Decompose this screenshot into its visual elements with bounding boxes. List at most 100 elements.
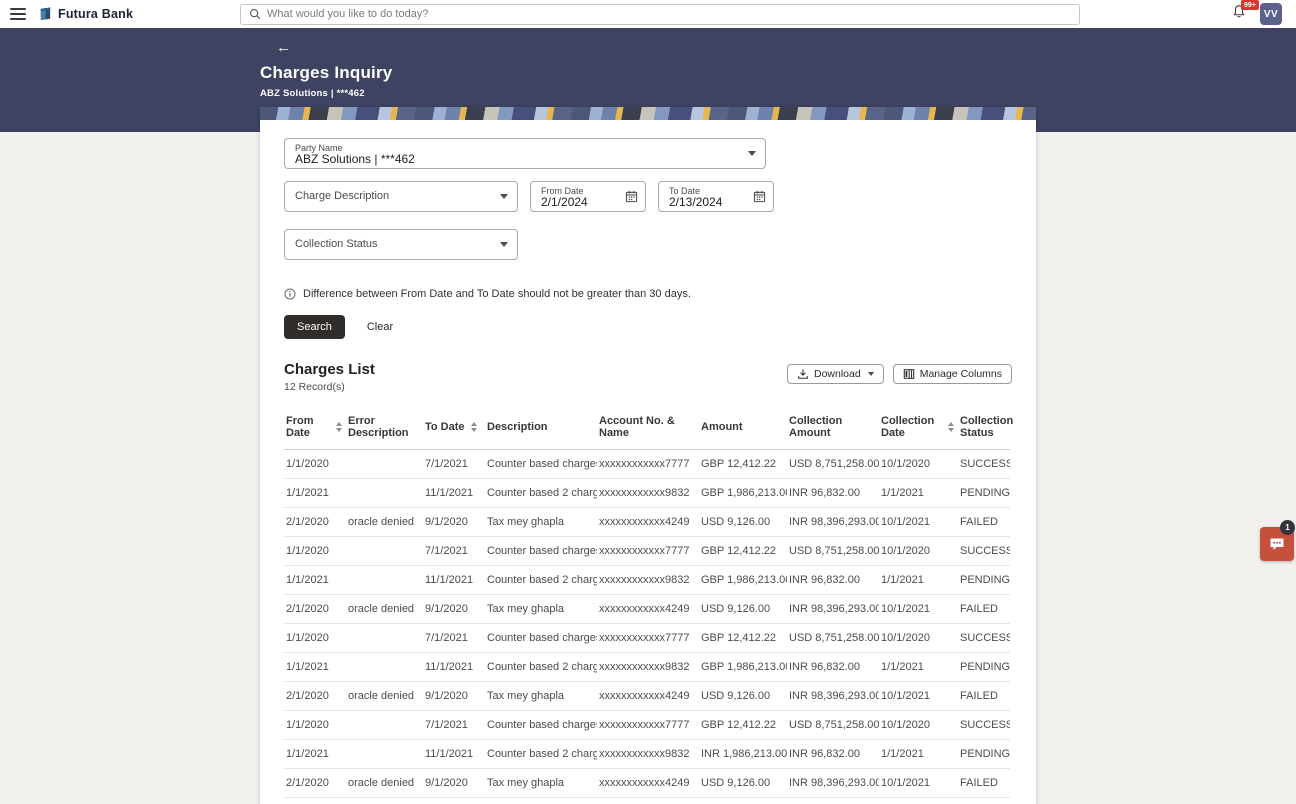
sort-icon[interactable]: [336, 422, 342, 432]
manage-columns-button[interactable]: Manage Columns: [892, 364, 1012, 384]
column-header: Description: [485, 409, 597, 450]
table-cell: 9/1/2020: [423, 681, 485, 711]
sort-icon[interactable]: [948, 422, 954, 432]
back-button[interactable]: ←: [272, 38, 295, 57]
clear-button[interactable]: Clear: [367, 321, 393, 333]
notification-badge: 99+: [1241, 0, 1259, 10]
table-cell: oracle denied: [346, 768, 423, 798]
to-date-value: 2/13/2024: [669, 195, 723, 209]
table-cell: xxxxxxxxxxxx9832: [597, 652, 699, 682]
table-cell: oracle denied: [346, 507, 423, 537]
table-cell: USD 9,126.00: [699, 681, 787, 711]
calendar-icon: [625, 190, 638, 203]
from-date-field[interactable]: From Date 2/1/2024: [530, 181, 646, 212]
table-cell: [346, 536, 423, 566]
table-cell: [346, 710, 423, 740]
charges-list-title: Charges List: [284, 361, 375, 378]
column-header[interactable]: Collection Date: [879, 409, 958, 450]
date-range-hint-text: Difference between From Date and To Date…: [303, 288, 691, 300]
table-cell: xxxxxxxxxxxx4249: [597, 594, 699, 624]
column-header: Account No. & Name: [597, 409, 699, 450]
download-button[interactable]: Download: [787, 364, 884, 384]
collection-status-label: Collection Status: [295, 238, 378, 250]
to-date-field[interactable]: To Date 2/13/2024: [658, 181, 774, 212]
info-icon: [284, 288, 296, 300]
search-input[interactable]: [267, 8, 1071, 20]
download-label: Download: [814, 368, 861, 380]
column-header[interactable]: To Date: [423, 409, 485, 450]
table-row: 1/1/2021 11/1/2021Counter based 2 charges…: [284, 478, 1010, 508]
table-cell: Counter based 2 charges: [485, 652, 597, 682]
table-cell: Counter based 2 charges: [485, 565, 597, 595]
party-name-select[interactable]: Party Name ABZ Solutions | ***462: [284, 138, 766, 169]
table-cell: [346, 623, 423, 653]
global-search[interactable]: [240, 3, 1080, 25]
table-cell: INR 96,832.00: [787, 565, 879, 595]
column-header: Error Description: [346, 409, 423, 450]
application-window: Futura Bank 99+ VV ← Charges Inquiry: [0, 0, 1296, 804]
table-cell: xxxxxxxxxxxx7777: [597, 623, 699, 653]
table-cell: INR 98,396,293.00: [787, 507, 879, 537]
manage-columns-label: Manage Columns: [919, 368, 1002, 380]
table-cell: 10/1/2021: [879, 681, 958, 711]
table-cell: 1/1/2021: [879, 652, 958, 682]
table-cell: SUCCESS: [958, 536, 1010, 566]
content-card: Party Name ABZ Solutions | ***462 Charge…: [260, 107, 1036, 804]
table-row: 2/1/2020 oracle denied 9/1/2020 Tax mey gha…: [284, 681, 1010, 711]
table-cell: 7/1/2021: [423, 710, 485, 740]
table-cell: 1/1/2020: [284, 449, 346, 479]
table-cell: 7/1/2021: [423, 536, 485, 566]
table-cell: SUCCESS: [958, 710, 1010, 740]
table-cell: INR 98,396,293.00: [787, 681, 879, 711]
charge-description-label: Charge Description: [295, 190, 390, 202]
table-row: 1/1/2020 7/1/2021 Counter based charges xxx…: [284, 623, 1010, 653]
charge-description-select[interactable]: Charge Description: [284, 181, 518, 212]
table-cell: 2/1/2020: [284, 768, 346, 798]
table-cell: 7/1/2021: [423, 449, 485, 479]
table-cell: oracle denied: [346, 594, 423, 624]
table-cell: Tax mey ghapla: [485, 507, 597, 537]
table-cell: xxxxxxxxxxxx4249: [597, 507, 699, 537]
search-icon: [249, 8, 261, 20]
avatar[interactable]: VV: [1260, 3, 1282, 25]
date-range-hint: Difference between From Date and To Date…: [284, 288, 1012, 300]
table-cell: 11/1/2021: [423, 565, 485, 595]
table-cell: 10/1/2021: [879, 507, 958, 537]
table-cell: [346, 478, 423, 508]
table-cell: Counter based 2 charges: [485, 478, 597, 508]
table-cell: 1/1/2021: [284, 739, 346, 769]
table-cell: [346, 565, 423, 595]
table-cell: 7/1/2021: [423, 623, 485, 653]
table-row: 2/1/2020 oracle denied 9/1/2020 Tax mey gha…: [284, 594, 1010, 624]
brand-logo[interactable]: Futura Bank: [38, 6, 133, 22]
table-cell: INR 98,396,293.00: [787, 594, 879, 624]
table-cell: xxxxxxxxxxxx4249: [597, 768, 699, 798]
table-cell: 10/1/2021: [879, 768, 958, 798]
table-cell: Tax mey ghapla: [485, 594, 597, 624]
table-cell: 10/1/2021: [879, 594, 958, 624]
table-cell: [346, 449, 423, 479]
column-header[interactable]: From Date: [284, 409, 346, 450]
column-header-label: Error Description: [348, 415, 409, 439]
search-button[interactable]: Search: [284, 315, 345, 339]
table-row: 1/1/2021 11/1/2021Counter based 2 charges…: [284, 739, 1010, 769]
table-cell: xxxxxxxxxxxx7777: [597, 449, 699, 479]
page-title: Charges Inquiry: [260, 63, 393, 82]
table-cell: Counter based charges: [485, 536, 597, 566]
table-cell: GBP 1,986,213.00: [699, 652, 787, 682]
menu-icon[interactable]: [10, 8, 26, 20]
chat-badge: 1: [1280, 520, 1295, 535]
table-cell: 11/1/2021: [423, 739, 485, 769]
table-row: 1/1/2021 11/1/2021Counter based 2 charges…: [284, 565, 1010, 595]
notifications-button[interactable]: 99+: [1232, 0, 1259, 24]
table-cell: USD 9,126.00: [699, 768, 787, 798]
chat-button[interactable]: 1: [1260, 520, 1295, 561]
table-cell: GBP 12,412.22: [699, 623, 787, 653]
manage-columns-icon: [903, 369, 914, 379]
table-cell: 10/1/2020: [879, 710, 958, 740]
table-cell: GBP 12,412.22: [699, 536, 787, 566]
table-cell: FAILED: [958, 681, 1010, 711]
column-header-label: Description: [487, 421, 548, 433]
collection-status-select[interactable]: Collection Status: [284, 229, 518, 260]
sort-icon[interactable]: [470, 422, 477, 432]
